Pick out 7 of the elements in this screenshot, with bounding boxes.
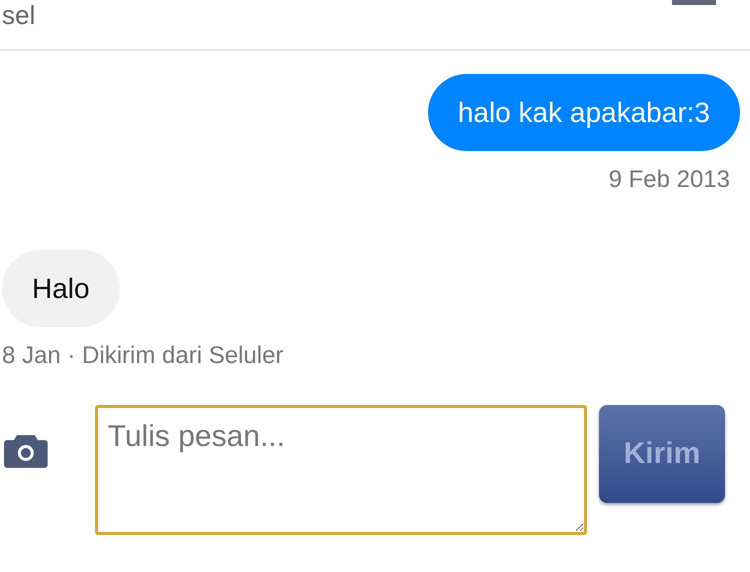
message-bubble: Halo (2, 250, 120, 327)
message-bubble: halo kak apakabar:3 (428, 74, 740, 151)
message-timestamp: 8 Jan · Dikirim dari Seluler (2, 342, 284, 370)
header-title: sel (2, 0, 36, 30)
message-timestamp: 9 Feb 2013 (608, 166, 730, 194)
camera-icon[interactable] (4, 435, 48, 468)
message-input[interactable]: Tulis pesan... (94, 405, 587, 535)
